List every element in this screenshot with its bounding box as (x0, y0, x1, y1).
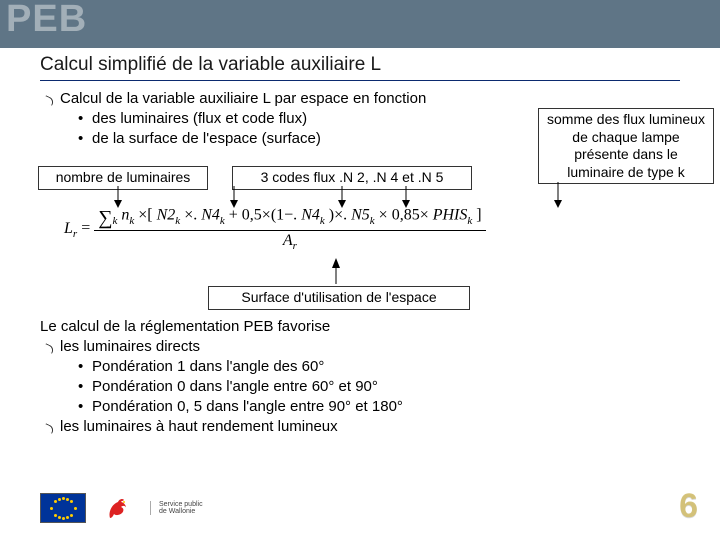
arrow-surface (330, 258, 342, 284)
footer: Service public de Wallonie (40, 490, 203, 526)
formula-eq: = (81, 220, 90, 237)
section2-pond05: Pondération 0, 5 dans l'angle entre 90° … (92, 398, 403, 415)
label-box-codes: 3 codes flux .N 2, .N 4 et .N 5 (232, 166, 472, 190)
formula: Lr = ∑k nk ×[ N2k ×. N4k + 0,5×(1−. N4k … (64, 206, 486, 252)
label-box-nombre: nombre de luminaires (38, 166, 208, 190)
label-box-flux-sum: somme des flux lumineux de chaque lampe … (538, 108, 714, 184)
eu-flag-icon (40, 493, 86, 523)
sigma-icon: ∑ (98, 208, 112, 228)
formula-lhs: Lr (64, 220, 77, 237)
arrow-phis (552, 182, 564, 208)
slide: PEB Calcul simplifié de la variable auxi… (0, 0, 720, 540)
section2-directs: les luminaires directs (60, 338, 200, 355)
bullet-sub-flux: des luminaires (flux et code flux) (92, 110, 307, 127)
label-box-surface: Surface d'utilisation de l'espace (208, 286, 470, 310)
section2-lead: Le calcul de la réglementation PEB favor… (40, 318, 330, 335)
page-title: Calcul simplifié de la variable auxiliai… (40, 54, 381, 76)
bullet-main: Calcul de la variable auxiliaire L par e… (60, 90, 426, 107)
title-rule (40, 80, 680, 81)
section2-pond1: Pondération 1 dans l'angle des 60° (92, 358, 324, 375)
page-number: 6 (679, 487, 698, 526)
spw-label: Service public de Wallonie (150, 501, 203, 516)
section2-haut-rendement: les luminaires à haut rendement lumineux (60, 418, 338, 435)
header-band: PEB (0, 0, 720, 48)
wallonie-coq-icon (100, 490, 136, 526)
section2-pond0: Pondération 0 dans l'angle entre 60° et … (92, 378, 378, 395)
bullet-sub-surface: de la surface de l'espace (surface) (92, 130, 321, 147)
peb-logo: PEB (6, 0, 87, 41)
